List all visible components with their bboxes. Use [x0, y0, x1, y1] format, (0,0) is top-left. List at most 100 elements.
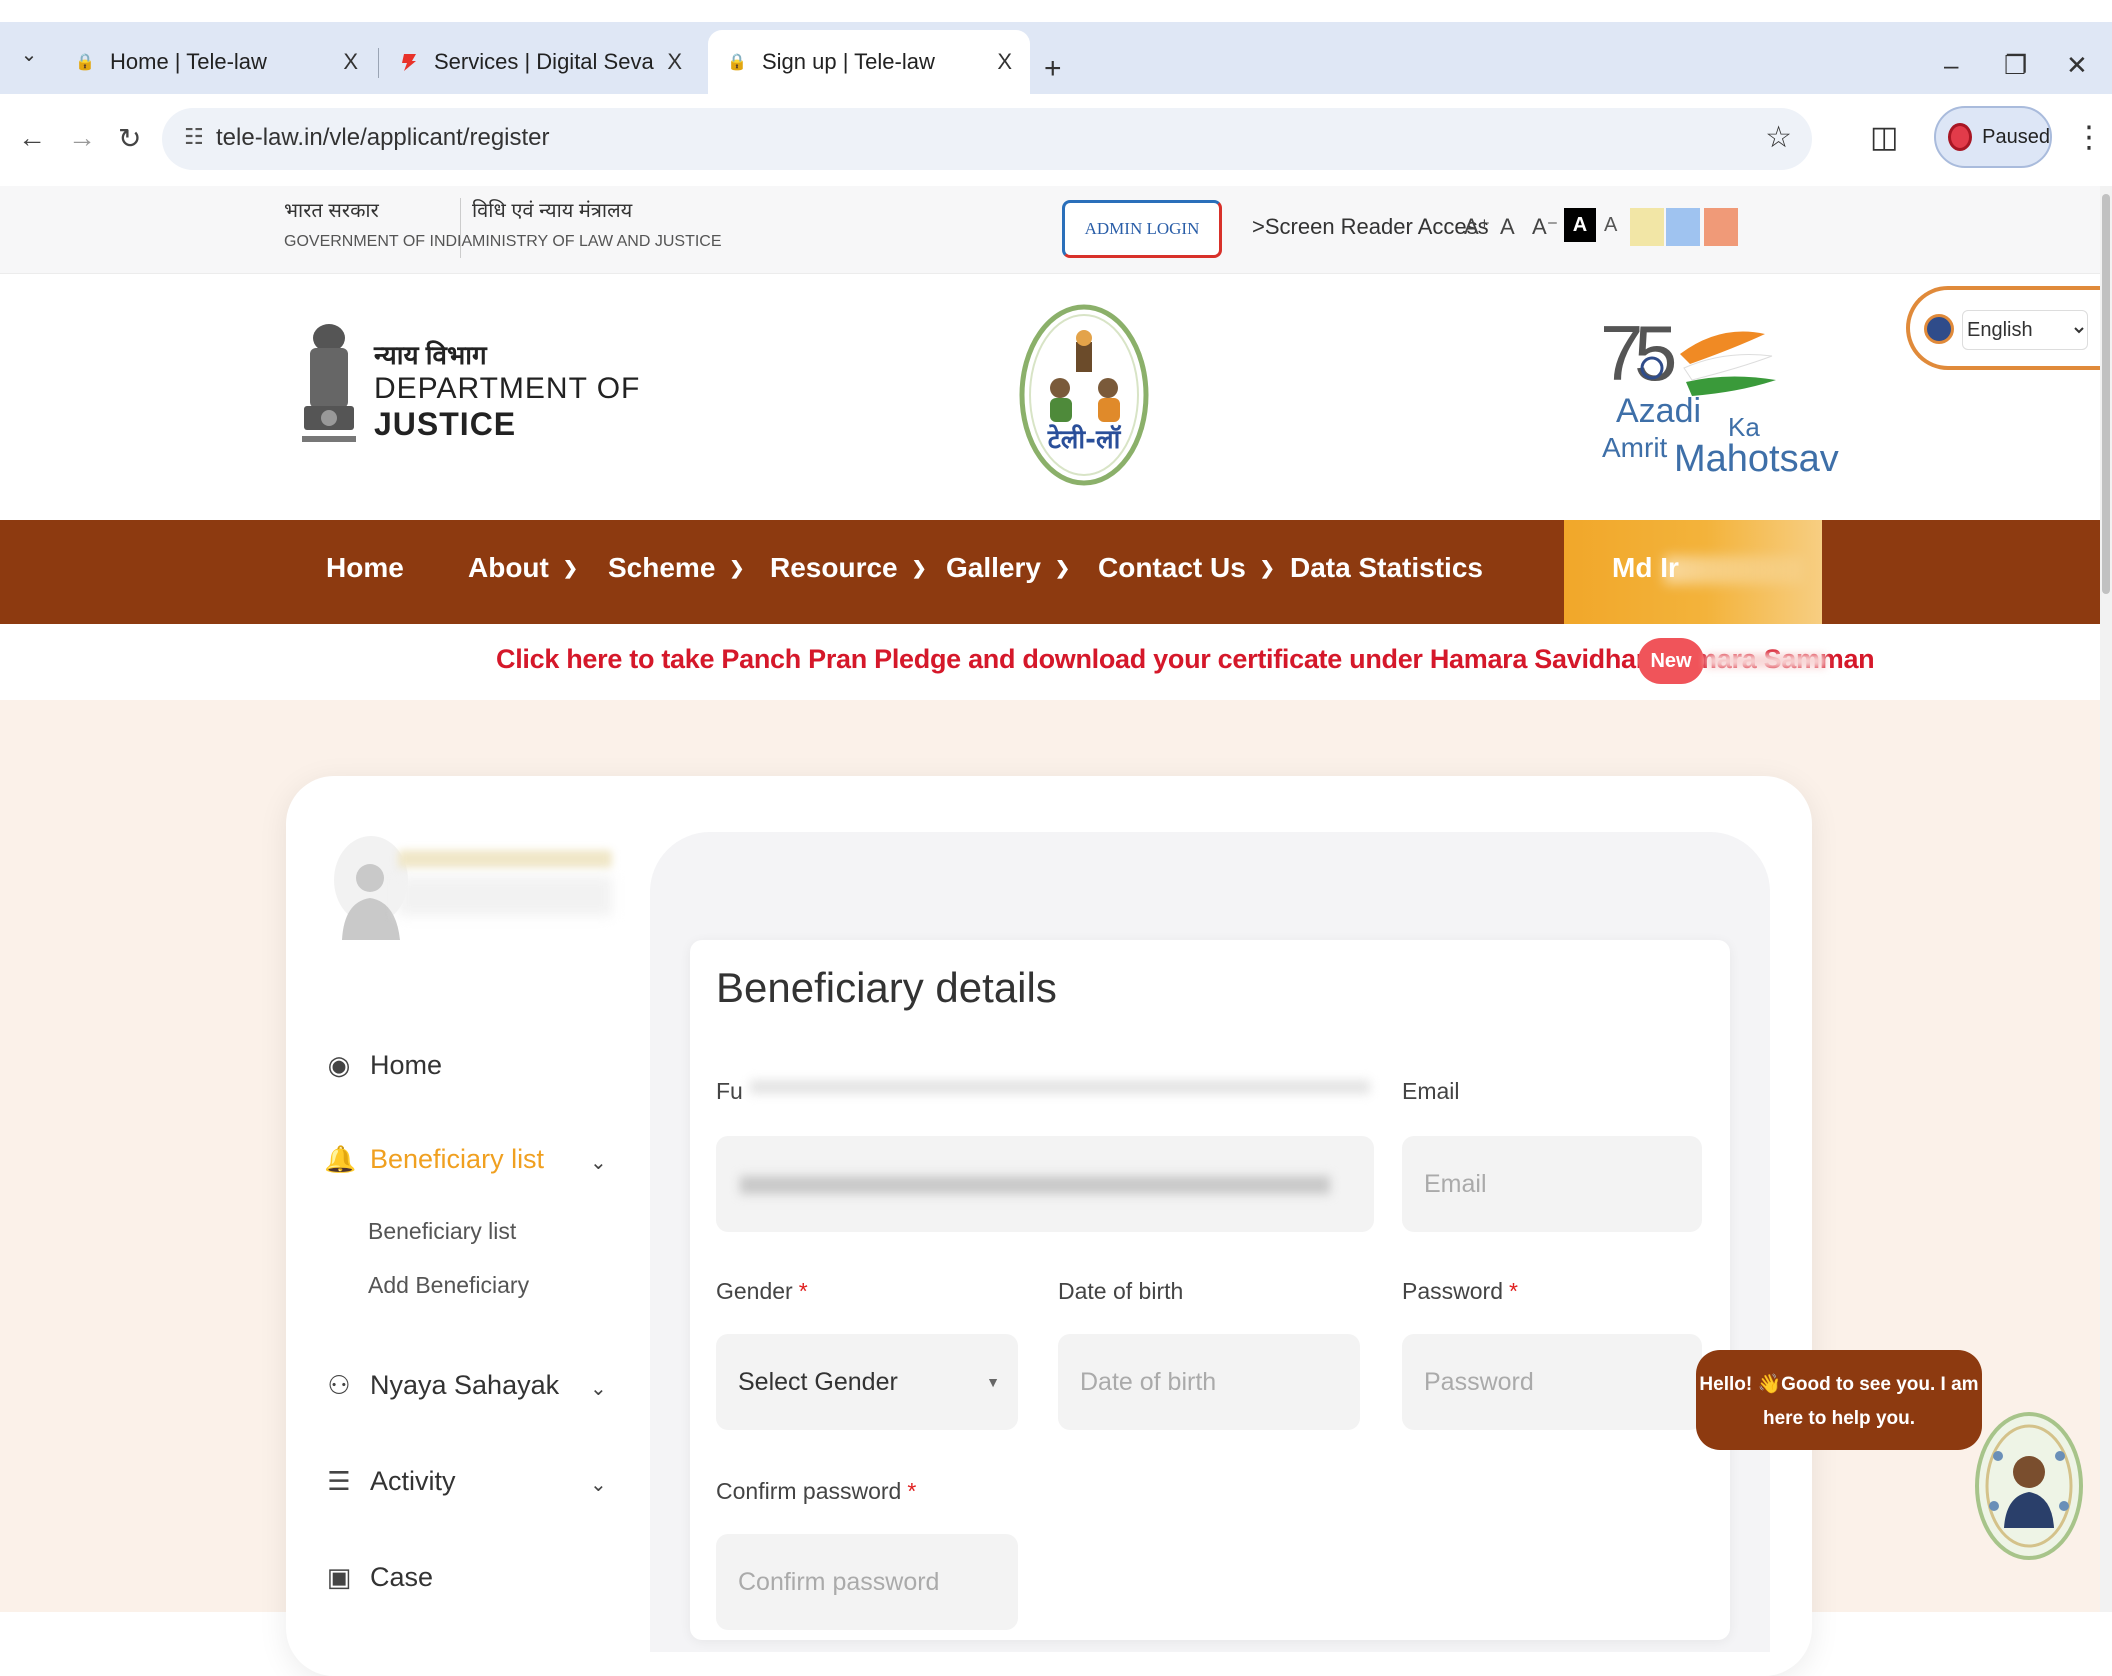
profile-paused-button[interactable]: Paused: [1934, 106, 2052, 168]
lock-icon: 🔒: [75, 54, 95, 71]
extensions-icon[interactable]: ◫: [1870, 120, 1898, 155]
confirm-password-label-text: Confirm password: [716, 1478, 902, 1504]
close-tab-icon[interactable]: X: [667, 49, 682, 75]
nav-contact-us[interactable]: Contact Us ❯: [1098, 552, 1275, 584]
gov-strip: भारत सरकार GOVERNMENT OF INDIA विधि एवं …: [0, 186, 2100, 274]
reload-icon[interactable]: ↻: [118, 122, 141, 155]
chatbot-greeting-bubble[interactable]: Hello! 👋Good to see you. I am here to he…: [1696, 1350, 1982, 1450]
url-text[interactable]: tele-law.in/vle/applicant/register: [216, 124, 550, 152]
forward-icon[interactable]: →: [68, 122, 96, 154]
nav-user-menu[interactable]: Md Ir: [1564, 520, 1822, 624]
sidebar-item-label: Case: [370, 1562, 434, 1592]
font-normal-button[interactable]: A: [1500, 214, 1515, 240]
sidebar-item-nyaya-sahayak[interactable]: ⚇ Nyaya Sahayak: [324, 1370, 559, 1401]
nav-label: Contact Us: [1098, 552, 1246, 583]
sidebar-item-home[interactable]: ◉ Home: [324, 1050, 442, 1081]
lock-icon: 🔒: [727, 54, 747, 71]
chevron-down-icon[interactable]: ⌄: [590, 1376, 607, 1401]
chevron-down-icon: ❯: [911, 557, 927, 578]
close-tab-icon[interactable]: X: [343, 49, 358, 75]
language-select[interactable]: English: [1962, 310, 2088, 350]
redacted-value-blur: [740, 1176, 1330, 1194]
page-scrollbar[interactable]: [2100, 186, 2112, 1612]
required-marker: *: [1508, 1278, 1518, 1304]
tab-title: Services | Digital Seva Portal -: [434, 49, 655, 74]
restore-icon[interactable]: ❐: [2004, 50, 2027, 81]
language-selector: English: [1906, 286, 2106, 370]
close-tab-icon[interactable]: X: [997, 49, 1012, 75]
nav-label: Home: [326, 552, 404, 583]
caret-down-icon: ▼: [986, 1374, 1000, 1390]
site-info-icon[interactable]: ☷: [184, 124, 204, 150]
theme-yellow-swatch[interactable]: [1630, 208, 1664, 246]
tab-home-telelaw[interactable]: 🔒 Home | Tele-law X: [56, 30, 376, 94]
nav-gallery[interactable]: Gallery ❯: [946, 552, 1070, 584]
new-tab-button[interactable]: +: [1044, 52, 1062, 86]
font-decrease-button[interactable]: A⁻: [1532, 214, 1558, 240]
nav-about[interactable]: About ❯: [468, 552, 578, 584]
new-badge: New: [1638, 638, 1704, 684]
gender-selected-value: Select Gender: [738, 1368, 898, 1396]
sidebar-sub-beneficiary-list[interactable]: Beneficiary list: [368, 1218, 516, 1245]
briefcase-icon: ▣: [326, 1562, 352, 1592]
high-contrast-button[interactable]: A: [1564, 208, 1596, 242]
minimize-icon[interactable]: –: [1944, 50, 1958, 81]
site-header: न्याय विभाग DEPARTMENT OF JUSTICE टेली-ल…: [0, 274, 2106, 520]
chatbot-avatar-icon[interactable]: [1974, 1410, 2084, 1562]
close-window-icon[interactable]: ✕: [2066, 50, 2088, 81]
redacted-user-detail: [398, 876, 612, 916]
theme-blue-swatch[interactable]: [1666, 208, 1700, 246]
sidebar-item-label: Beneficiary list: [370, 1144, 545, 1174]
required-marker: *: [907, 1478, 917, 1504]
gov-divider: [460, 198, 461, 258]
bell-icon: 🔔: [324, 1144, 357, 1174]
nav-resource[interactable]: Resource ❯: [770, 552, 927, 584]
browser-toolbar: ← → ↻ ☷ tele-law.in/vle/applicant/regist…: [0, 94, 2112, 184]
full-name-label: Fu: [716, 1078, 743, 1104]
tab-search-icon[interactable]: ⌄: [14, 42, 44, 72]
password-field[interactable]: [1402, 1334, 1702, 1430]
list-icon: ☰: [327, 1466, 351, 1496]
sidebar-item-label: Nyaya Sahayak: [370, 1370, 560, 1400]
theme-orange-swatch[interactable]: [1704, 208, 1738, 246]
chat-greeting-line1: Hello! 👋Good to see you. I am: [1699, 1374, 1979, 1395]
tele-law-logo-icon[interactable]: टेली-लॉ: [1018, 302, 1150, 488]
chevron-down-icon[interactable]: ⌄: [590, 1150, 607, 1175]
tab-signup-telelaw[interactable]: 🔒 Sign up | Tele-law X: [708, 30, 1030, 94]
dept-english-line1: DEPARTMENT OF: [374, 372, 641, 405]
azadi-amrit-text: Amrit: [1602, 432, 1668, 463]
font-increase-button[interactable]: A⁺: [1464, 214, 1490, 240]
main-navigation: Home About ❯ Scheme ❯ Resource ❯ Gallery…: [0, 520, 2100, 624]
sidebar-item-beneficiary-list[interactable]: 🔔 Beneficiary list: [324, 1144, 544, 1175]
sidebar-item-case[interactable]: ▣ Case: [324, 1562, 433, 1593]
normal-contrast-button[interactable]: A: [1604, 214, 1617, 237]
ministry-english: MINISTRY OF LAW AND JUSTICE: [472, 233, 722, 250]
chevron-down-icon[interactable]: ⌄: [590, 1472, 607, 1497]
browser-menu-icon[interactable]: ⋮: [2074, 120, 2104, 155]
nav-label: About: [468, 552, 549, 583]
redacted-user-name: [398, 850, 612, 868]
scrollbar-thumb[interactable]: [2102, 194, 2110, 594]
back-icon[interactable]: ←: [18, 122, 46, 154]
sidebar-item-activity[interactable]: ☰ Activity: [324, 1466, 455, 1497]
email-field[interactable]: [1402, 1136, 1702, 1232]
azadi-text: Azadi: [1616, 392, 1702, 430]
dept-english-line2: JUSTICE: [374, 406, 517, 442]
password-label: Password *: [1402, 1278, 1518, 1305]
admin-login-button[interactable]: ADMIN LOGIN: [1062, 200, 1222, 258]
address-bar[interactable]: ☷ tele-law.in/vle/applicant/register ☆: [162, 108, 1812, 170]
screen-reader-access-link[interactable]: >Screen Reader Access: [1252, 214, 1489, 240]
tab-digital-seva[interactable]: Services | Digital Seva Portal - X: [380, 30, 700, 94]
nav-data-statistics[interactable]: Data Statistics: [1290, 552, 1483, 584]
sidebar-sub-add-beneficiary[interactable]: Add Beneficiary: [368, 1272, 529, 1299]
chevron-down-icon: ❯: [1259, 557, 1275, 578]
date-of-birth-field[interactable]: [1058, 1334, 1360, 1430]
bookmark-star-icon[interactable]: ☆: [1765, 120, 1792, 155]
chevron-down-icon: ❯: [562, 557, 578, 578]
confirm-password-field[interactable]: [716, 1534, 1018, 1630]
gender-select[interactable]: Select Gender ▼: [716, 1334, 1018, 1430]
profile-avatar-icon: [1948, 123, 1973, 151]
nav-home[interactable]: Home: [326, 552, 404, 584]
ministry-law-justice: विधि एवं न्याय मंत्रालय MINISTRY OF LAW …: [472, 196, 722, 251]
nav-scheme[interactable]: Scheme ❯: [608, 552, 745, 584]
